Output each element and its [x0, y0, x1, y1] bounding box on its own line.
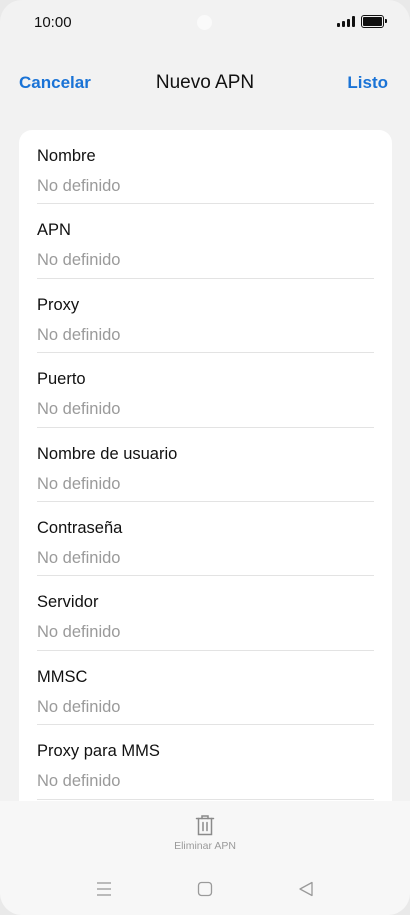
status-time: 10:00	[34, 14, 72, 31]
system-nav-bar	[0, 878, 410, 900]
apn-fields-card: Nombre No definido APN No definido Proxy…	[19, 130, 392, 830]
trash-icon	[195, 815, 215, 836]
home-icon[interactable]	[197, 878, 213, 900]
field-nombre[interactable]: Nombre No definido	[37, 130, 374, 205]
field-label: Nombre	[37, 147, 96, 165]
status-bar: 10:00	[0, 0, 410, 48]
field-value: No definido	[37, 623, 121, 642]
camera-cutout	[197, 15, 212, 30]
field-value: No definido	[37, 177, 121, 195]
field-label: Puerto	[37, 370, 86, 389]
done-button[interactable]: Listo	[347, 73, 388, 93]
delete-apn-button[interactable]: Eliminar APN	[150, 814, 260, 852]
field-value: No definido	[37, 772, 121, 791]
field-mmsc[interactable]: MMSC No definido	[37, 651, 374, 726]
field-value: No definido	[37, 548, 121, 567]
battery-icon	[361, 15, 387, 28]
field-label: Servidor	[37, 593, 99, 612]
menu-icon[interactable]	[96, 878, 112, 900]
signal-icon	[337, 16, 355, 27]
header: Cancelar Nuevo APN Listo	[0, 64, 410, 104]
field-label: Proxy	[37, 295, 80, 314]
field-proxy[interactable]: Proxy No definido	[37, 279, 374, 354]
field-servidor[interactable]: Servidor No definido	[37, 576, 374, 651]
back-icon[interactable]	[298, 878, 314, 900]
field-label: Proxy para MMS	[37, 742, 160, 761]
field-value: No definido	[37, 251, 121, 270]
status-icons	[337, 15, 387, 28]
field-value: No definido	[37, 697, 121, 716]
field-proxy-para-mms[interactable]: Proxy para MMS No definido	[37, 725, 374, 800]
field-puerto[interactable]: Puerto No definido	[37, 353, 374, 428]
field-contrasena[interactable]: Contraseña No definido	[37, 502, 374, 577]
field-nombre-de-usuario[interactable]: Nombre de usuario No definido	[37, 428, 374, 502]
field-apn[interactable]: APN No definido	[37, 204, 374, 279]
field-label: Contraseña	[37, 518, 123, 537]
field-value: No definido	[37, 325, 121, 344]
delete-apn-label: Eliminar APN	[174, 840, 236, 852]
field-label: APN	[37, 221, 71, 240]
field-value: No definido	[37, 474, 121, 493]
field-value: No definido	[37, 400, 121, 419]
field-label: MMSC	[37, 667, 88, 686]
phone-screen: 10:00 Cancelar Nuevo APN Listo Nombre No…	[0, 0, 410, 915]
field-label: Nombre de usuario	[37, 444, 178, 463]
